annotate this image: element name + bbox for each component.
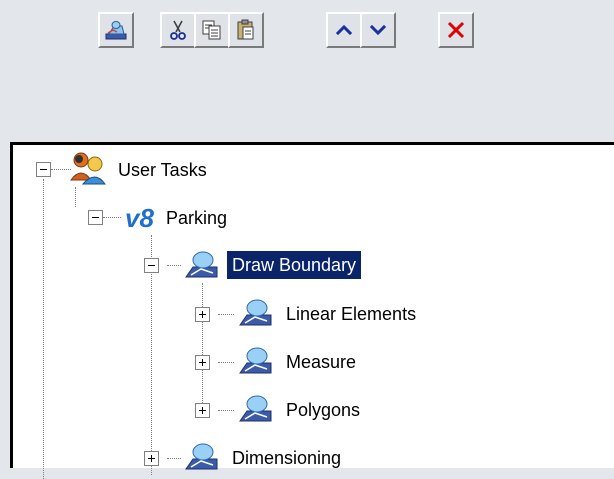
task-properties-button[interactable] (98, 12, 134, 48)
tree-connector (43, 179, 44, 479)
plus-icon (199, 407, 206, 414)
move-up-button[interactable] (326, 12, 362, 48)
tree-connector (167, 265, 181, 266)
users-icon (70, 152, 106, 185)
copy-button[interactable] (194, 12, 230, 48)
chevron-up-icon (335, 24, 353, 36)
tree-connector (218, 410, 234, 411)
delete-button[interactable] (438, 12, 474, 48)
tree-node-linear-elements[interactable]: Linear Elements (281, 297, 421, 331)
close-icon (447, 21, 465, 39)
tree-node-user-tasks[interactable]: User Tasks (113, 153, 212, 187)
scissors-icon (170, 20, 186, 40)
tree-node-label: Linear Elements (286, 304, 417, 324)
tree-connector (75, 187, 76, 207)
tree-node-label: User Tasks (118, 160, 207, 180)
tree-node-label: Draw Boundary (227, 251, 362, 279)
tree-connector (202, 283, 203, 409)
tree-node-label: Polygons (286, 400, 361, 420)
tree-connector (167, 458, 181, 459)
cut-button[interactable] (160, 12, 196, 48)
paste-icon (237, 19, 254, 40)
tree-node-measure[interactable]: Measure (281, 345, 361, 379)
v8-logo-icon: v8 (123, 201, 157, 233)
tree-node-parking[interactable]: Parking (161, 201, 232, 235)
tree-node-polygons[interactable]: Polygons (281, 393, 365, 427)
minus-icon (148, 265, 155, 266)
copy-icon (202, 20, 221, 40)
plus-icon (148, 455, 155, 462)
task-icon (239, 347, 272, 374)
task-properties-icon (105, 21, 127, 40)
expand-toggle[interactable] (195, 403, 210, 418)
task-icon (185, 443, 218, 470)
expand-toggle[interactable] (195, 355, 210, 370)
plus-icon (199, 359, 206, 366)
tree-connector (218, 362, 234, 363)
svg-text:v8: v8 (125, 203, 154, 233)
collapse-toggle[interactable] (36, 162, 51, 177)
plus-icon (199, 311, 206, 318)
tree-node-draw-boundary[interactable]: Draw Boundary (227, 248, 362, 282)
tree-connector (103, 217, 121, 218)
paste-button[interactable] (228, 12, 264, 48)
tree-connector (218, 314, 234, 315)
tree-node-label: Parking (166, 208, 228, 228)
task-icon (185, 251, 218, 278)
minus-icon (92, 217, 99, 218)
task-icon (239, 395, 272, 422)
toolbar (0, 0, 614, 140)
tree-node-label: Measure (286, 352, 357, 372)
tree-node-dimensioning[interactable]: Dimensioning (227, 441, 346, 475)
expand-toggle[interactable] (195, 307, 210, 322)
tree-connector (51, 169, 71, 170)
task-tree[interactable]: User Tasks v8 Parking Draw Boundary Line… (10, 142, 614, 479)
chevron-down-icon (369, 24, 387, 36)
move-down-button[interactable] (360, 12, 396, 48)
collapse-toggle[interactable] (144, 258, 159, 273)
expand-toggle[interactable] (144, 451, 159, 466)
collapse-toggle[interactable] (88, 210, 103, 225)
task-icon (239, 299, 272, 326)
minus-icon (40, 169, 47, 170)
